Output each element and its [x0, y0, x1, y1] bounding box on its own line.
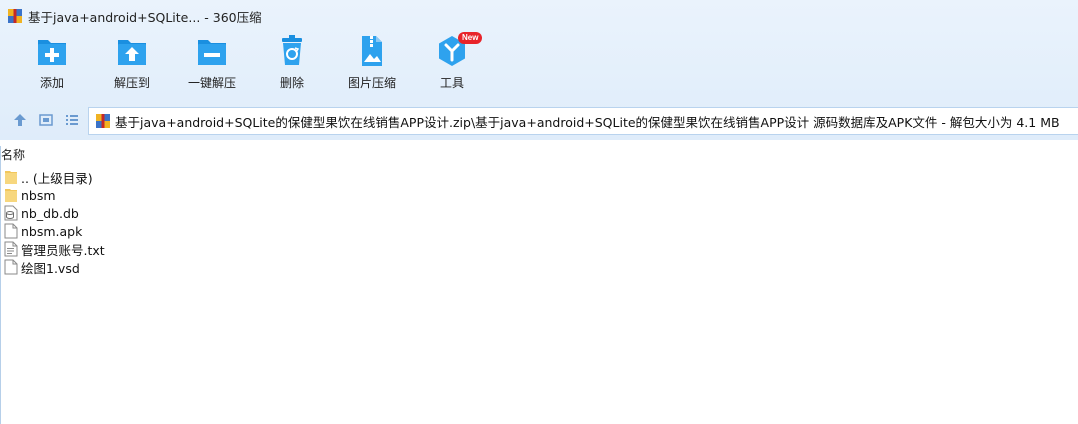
image-compress-icon	[362, 36, 382, 66]
title-bar: 基于java+android+SQLite... - 360压缩	[0, 0, 1078, 32]
list-item-nb-db[interactable]: nb_db.db	[4, 204, 105, 222]
list-item-parent-directory[interactable]: .. (上级目录)	[4, 168, 105, 186]
thumbnail-view-icon[interactable]	[38, 112, 54, 128]
one-click-extract-label: 一键解压	[187, 76, 236, 90]
list-view-icon[interactable]	[64, 112, 80, 128]
extract-to-label: 解压到	[113, 76, 150, 90]
list-item-admin-account-txt[interactable]: 管理员账号.txt	[4, 240, 105, 258]
file-name: 管理员账号.txt	[21, 242, 105, 258]
up-arrow-icon[interactable]	[12, 112, 28, 128]
one-click-extract-icon	[198, 40, 226, 65]
list-item-nbsm[interactable]: nbsm	[4, 186, 105, 204]
recycle-bin-icon	[282, 35, 302, 65]
file-icon	[4, 223, 18, 239]
list-item-nbsm-apk[interactable]: nbsm.apk	[4, 222, 105, 240]
new-badge: New	[458, 32, 483, 44]
add-button[interactable]: 添加	[12, 34, 92, 96]
file-name: nb_db.db	[21, 205, 79, 221]
db-file-icon	[4, 205, 18, 221]
folder-icon	[5, 171, 17, 184]
text-file-icon	[4, 241, 18, 257]
add-folder-icon	[38, 40, 66, 65]
delete-label: 删除	[279, 76, 304, 90]
file-icon	[4, 259, 18, 275]
file-name: nbsm.apk	[21, 223, 83, 239]
image-compress-label: 图片压缩	[347, 76, 396, 90]
list-left-border	[0, 146, 1, 424]
file-name: .. (上级目录)	[21, 170, 93, 186]
tools-button[interactable]: New 工具	[412, 32, 492, 96]
navigation-row: 基于java+android+SQLite的保健型果饮在线销售APP设计.zip…	[0, 106, 1078, 135]
add-label: 添加	[39, 76, 64, 90]
window-title: 基于java+android+SQLite... - 360压缩	[28, 9, 262, 25]
file-name: nbsm	[21, 187, 56, 203]
extract-to-button[interactable]: 解压到	[92, 34, 172, 96]
file-list: .. (上级目录) nbsm nb_db.db nbsm.apk 管理员账号.t…	[4, 168, 105, 276]
name-column-header[interactable]: 名称	[0, 146, 1078, 164]
folder-icon	[5, 189, 17, 202]
window-chrome: 基于java+android+SQLite... - 360压缩 添加 解压到	[0, 0, 1078, 140]
extract-to-icon	[118, 40, 146, 65]
archive-app-icon	[8, 9, 22, 23]
tools-label: 工具	[439, 76, 464, 90]
address-bar[interactable]: 基于java+android+SQLite的保健型果饮在线销售APP设计.zip…	[88, 107, 1078, 135]
list-item-drawing-vsd[interactable]: 绘图1.vsd	[4, 258, 105, 276]
delete-button[interactable]: 删除	[252, 34, 332, 96]
file-name: 绘图1.vsd	[21, 260, 80, 276]
zip-archive-icon	[96, 114, 110, 128]
image-compress-button[interactable]: 图片压缩	[332, 34, 412, 96]
address-path: 基于java+android+SQLite的保健型果饮在线销售APP设计.zip…	[115, 114, 1060, 130]
one-click-extract-button[interactable]: 一键解压	[172, 34, 252, 96]
